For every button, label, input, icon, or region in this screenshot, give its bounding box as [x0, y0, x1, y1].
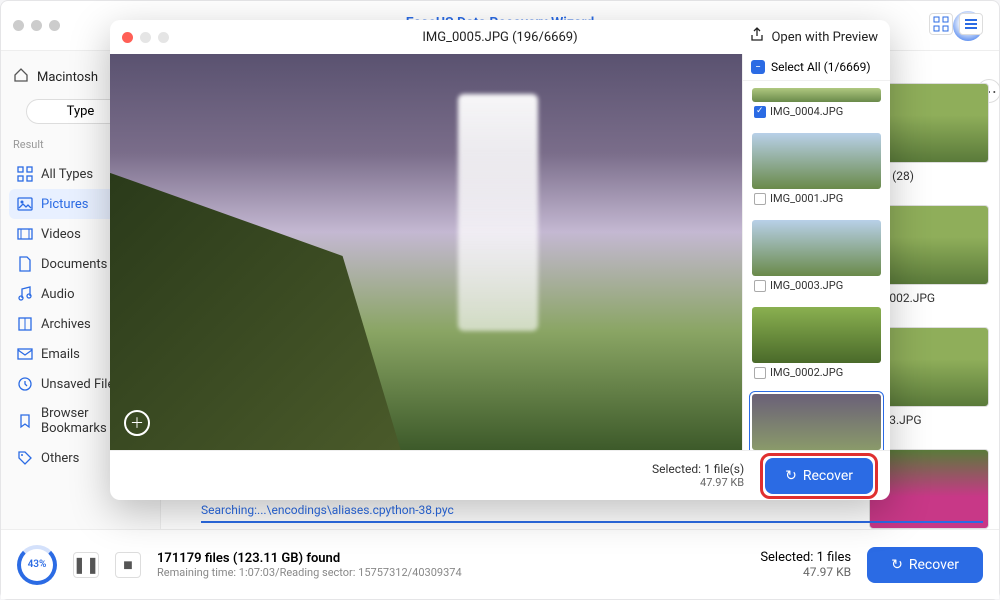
- thumbnail-image: [752, 133, 881, 189]
- modal-title: IMG_0005.JPG (196/6669): [422, 30, 577, 45]
- zoom-button[interactable]: ＋: [124, 410, 150, 436]
- thumbnail-item[interactable]: IMG_0001.JPG: [749, 130, 884, 211]
- recover-highlight: ↻ Recover: [760, 453, 878, 499]
- film-icon: [17, 226, 33, 242]
- home-icon: [13, 67, 29, 87]
- sidebar-item-label: Audio: [41, 287, 74, 302]
- mail-icon: [17, 346, 33, 362]
- thumbnail-item[interactable]: IMG_0002.JPG: [749, 304, 884, 385]
- share-icon: [749, 27, 765, 47]
- thumbnail-item[interactable]: IMG_0004.JPG: [749, 85, 884, 124]
- select-all-label: Select All (1/6669): [771, 60, 871, 74]
- progress-circle: 43%: [17, 545, 57, 585]
- open-preview-label: Open with Preview: [771, 30, 878, 45]
- window-controls[interactable]: [13, 20, 60, 31]
- thumbnail-name: IMG_0003.JPG: [770, 279, 843, 292]
- select-all-checkbox[interactable]: [751, 60, 765, 74]
- recover-button-bg[interactable]: ↻ Recover: [867, 547, 983, 583]
- thumbnail-image: [752, 394, 881, 450]
- image-icon: [17, 196, 33, 212]
- recover-label: Recover: [803, 468, 853, 484]
- thumbnail-item[interactable]: IMG_0005.JPG: [749, 391, 884, 450]
- open-with-preview-button[interactable]: Open with Preview: [749, 27, 878, 47]
- recover-icon: ↻: [785, 468, 797, 484]
- thumbnail-image: [752, 88, 881, 102]
- thumbnail-name: IMG_0001.JPG: [770, 192, 843, 205]
- archive-icon: [17, 316, 33, 332]
- preview-image: ＋: [110, 54, 742, 450]
- thumbnail-image: [752, 220, 881, 276]
- searching-status: Searching:...\encodings\aliases.cpython-…: [201, 499, 983, 527]
- bottom-bar: 43% ❚❚ ■ 171179 files (123.11 GB) found …: [1, 529, 999, 599]
- breadcrumb-label: Macintosh: [37, 70, 98, 85]
- thumbnail-item[interactable]: IMG_0003.JPG: [749, 217, 884, 298]
- thumbnail-checkbox[interactable]: [754, 367, 766, 379]
- stop-button[interactable]: ■: [115, 552, 141, 578]
- remaining-time: Remaining time: 1:07:03/Reading sector: …: [157, 566, 462, 579]
- clock-icon: [17, 376, 33, 392]
- audio-icon: [17, 286, 33, 302]
- thumbnail-checkbox[interactable]: [754, 280, 766, 292]
- bookmark-icon: [17, 413, 33, 429]
- modal-header: IMG_0005.JPG (196/6669) Open with Previe…: [110, 20, 890, 54]
- modal-footer: Selected: 1 file(s) 47.97 KB ↻ Recover: [110, 450, 890, 500]
- thumbnail-list[interactable]: IMG_0004.JPG IMG_0001.JPG IMG_0003.JPG IMG_…: [743, 81, 890, 450]
- modal-selected-count: Selected: 1 file(s): [652, 462, 744, 476]
- thumbnail-checkbox[interactable]: [754, 193, 766, 205]
- view-list-button[interactable]: [959, 13, 983, 35]
- modal-selected-size: 47.97 KB: [652, 476, 744, 489]
- sidebar-item-label: Videos: [41, 227, 81, 242]
- tag-icon: [17, 450, 33, 466]
- sidebar-item-label: Pictures: [41, 197, 88, 212]
- sidebar-item-label: Documents: [41, 257, 107, 272]
- grid-icon: [17, 166, 33, 182]
- sidebar-item-label: Others: [41, 451, 79, 466]
- selected-count-bg: Selected: 1 files: [760, 550, 851, 565]
- thumbnail-image: [752, 307, 881, 363]
- recover-label-bg: Recover: [909, 557, 959, 573]
- recover-icon: ↻: [891, 557, 903, 573]
- searching-text: Searching:...\encodings\aliases.cpython-…: [201, 503, 454, 517]
- sidebar-item-label: Archives: [41, 317, 91, 332]
- recover-button[interactable]: ↻ Recover: [765, 458, 873, 494]
- sidebar-item-label: Emails: [41, 347, 80, 362]
- thumbnail-name: IMG_0004.JPG: [770, 105, 843, 118]
- thumbnail-checkbox[interactable]: [754, 106, 766, 118]
- modal-window-controls[interactable]: [122, 32, 169, 43]
- view-grid-button[interactable]: [929, 13, 953, 35]
- preview-modal: IMG_0005.JPG (196/6669) Open with Previe…: [110, 20, 890, 500]
- thumbnail-name: IMG_0002.JPG: [770, 366, 843, 379]
- found-count: 171179 files (123.11 GB) found: [157, 551, 462, 566]
- selected-size-bg: 47.97 KB: [760, 565, 851, 579]
- thumbnail-panel: Select All (1/6669) IMG_0004.JPG IMG_0001…: [742, 54, 890, 450]
- select-all-row[interactable]: Select All (1/6669): [743, 54, 890, 81]
- pause-button[interactable]: ❚❚: [73, 552, 99, 578]
- doc-icon: [17, 256, 33, 272]
- sidebar-item-label: All Types: [41, 167, 93, 182]
